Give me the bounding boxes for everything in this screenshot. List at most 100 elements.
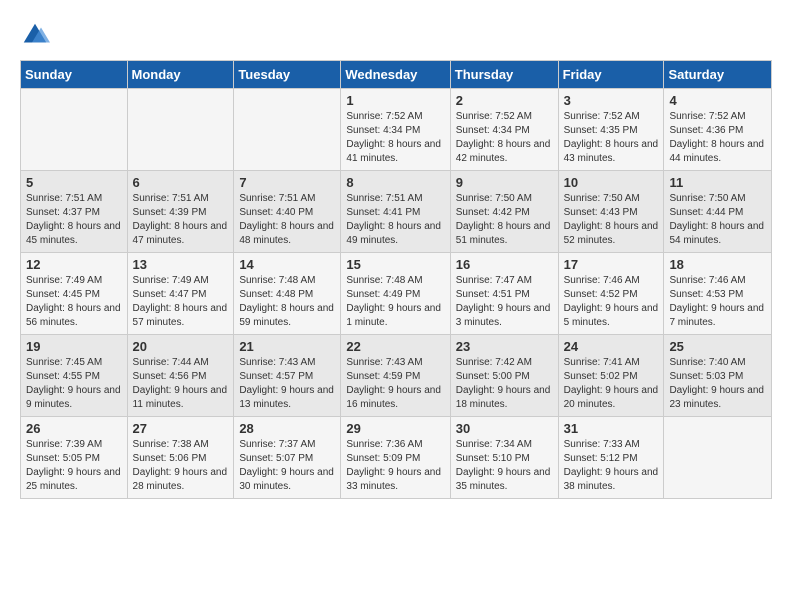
day-of-week-header: Saturday bbox=[664, 61, 772, 89]
day-number: 20 bbox=[133, 339, 229, 354]
day-info: Sunrise: 7:52 AM Sunset: 4:35 PM Dayligh… bbox=[564, 110, 659, 166]
calendar-cell: 13Sunrise: 7:49 AM Sunset: 4:47 PM Dayli… bbox=[127, 253, 234, 335]
calendar-cell: 12Sunrise: 7:49 AM Sunset: 4:45 PM Dayli… bbox=[21, 253, 128, 335]
day-of-week-header: Monday bbox=[127, 61, 234, 89]
day-number: 28 bbox=[239, 421, 335, 436]
calendar-cell: 5 Sunrise: 7:51 AM Sunset: 4:37 PM Daylig… bbox=[21, 171, 128, 253]
day-of-week-header: Friday bbox=[558, 61, 664, 89]
calendar-cell: 28 Sunrise: 7:37 AM Sunset: 5:07 PM Dayli… bbox=[234, 417, 341, 499]
calendar-cell bbox=[127, 89, 234, 171]
calendar-cell: 10 Sunrise: 7:50 AM Sunset: 4:43 PM Dayli… bbox=[558, 171, 664, 253]
calendar-cell: 8 Sunrise: 7:51 AM Sunset: 4:41 PM Daylig… bbox=[341, 171, 450, 253]
calendar-week-row: 1 Sunrise: 7:52 AM Sunset: 4:34 PM Daylig… bbox=[21, 89, 772, 171]
calendar-cell: 4Sunrise: 7:52 AM Sunset: 4:36 PM Daylig… bbox=[664, 89, 772, 171]
day-info: Sunrise: 7:51 AM Sunset: 4:41 PM Dayligh… bbox=[346, 192, 444, 248]
calendar-cell bbox=[664, 417, 772, 499]
day-info: Sunrise: 7:51 AM Sunset: 4:39 PM Dayligh… bbox=[133, 192, 229, 248]
day-info: Sunrise: 7:43 AM Sunset: 4:57 PM Dayligh… bbox=[239, 356, 335, 412]
day-info: Sunrise: 7:52 AM Sunset: 4:34 PM Dayligh… bbox=[456, 110, 553, 166]
calendar-cell: 2Sunrise: 7:52 AM Sunset: 4:34 PM Daylig… bbox=[450, 89, 558, 171]
calendar-cell: 19Sunrise: 7:45 AM Sunset: 4:55 PM Dayli… bbox=[21, 335, 128, 417]
day-number: 30 bbox=[456, 421, 553, 436]
calendar-week-row: 26Sunrise: 7:39 AM Sunset: 5:05 PM Dayli… bbox=[21, 417, 772, 499]
day-info: Sunrise: 7:52 AM Sunset: 4:34 PM Dayligh… bbox=[346, 110, 444, 166]
day-info: Sunrise: 7:46 AM Sunset: 4:52 PM Dayligh… bbox=[564, 274, 659, 330]
calendar-table: SundayMondayTuesdayWednesdayThursdayFrid… bbox=[20, 60, 772, 499]
day-number: 21 bbox=[239, 339, 335, 354]
day-info: Sunrise: 7:40 AM Sunset: 5:03 PM Dayligh… bbox=[669, 356, 766, 412]
calendar-cell: 16 Sunrise: 7:47 AM Sunset: 4:51 PM Dayli… bbox=[450, 253, 558, 335]
day-info: Sunrise: 7:50 AM Sunset: 4:44 PM Dayligh… bbox=[669, 192, 766, 248]
day-number: 18 bbox=[669, 257, 766, 272]
day-number: 7 bbox=[239, 175, 335, 190]
calendar-cell: 3 Sunrise: 7:52 AM Sunset: 4:35 PM Daylig… bbox=[558, 89, 664, 171]
day-info: Sunrise: 7:46 AM Sunset: 4:53 PM Dayligh… bbox=[669, 274, 766, 330]
day-number: 24 bbox=[564, 339, 659, 354]
day-of-week-header: Wednesday bbox=[341, 61, 450, 89]
logo bbox=[20, 20, 52, 50]
page-header bbox=[20, 20, 772, 50]
calendar-cell: 18 Sunrise: 7:46 AM Sunset: 4:53 PM Dayli… bbox=[664, 253, 772, 335]
calendar-cell: 30 Sunrise: 7:34 AM Sunset: 5:10 PM Dayli… bbox=[450, 417, 558, 499]
day-number: 27 bbox=[133, 421, 229, 436]
day-number: 9 bbox=[456, 175, 553, 190]
calendar-cell: 9 Sunrise: 7:50 AM Sunset: 4:42 PM Daylig… bbox=[450, 171, 558, 253]
day-number: 14 bbox=[239, 257, 335, 272]
calendar-week-row: 19Sunrise: 7:45 AM Sunset: 4:55 PM Dayli… bbox=[21, 335, 772, 417]
day-number: 8 bbox=[346, 175, 444, 190]
day-number: 11 bbox=[669, 175, 766, 190]
day-number: 19 bbox=[26, 339, 122, 354]
day-number: 16 bbox=[456, 257, 553, 272]
calendar-week-row: 12Sunrise: 7:49 AM Sunset: 4:45 PM Dayli… bbox=[21, 253, 772, 335]
day-info: Sunrise: 7:38 AM Sunset: 5:06 PM Dayligh… bbox=[133, 438, 229, 494]
day-info: Sunrise: 7:47 AM Sunset: 4:51 PM Dayligh… bbox=[456, 274, 553, 330]
day-info: Sunrise: 7:36 AM Sunset: 5:09 PM Dayligh… bbox=[346, 438, 444, 494]
day-info: Sunrise: 7:49 AM Sunset: 4:47 PM Dayligh… bbox=[133, 274, 229, 330]
calendar-cell bbox=[234, 89, 341, 171]
calendar-cell: 17Sunrise: 7:46 AM Sunset: 4:52 PM Dayli… bbox=[558, 253, 664, 335]
day-number: 29 bbox=[346, 421, 444, 436]
day-number: 1 bbox=[346, 93, 444, 108]
day-info: Sunrise: 7:48 AM Sunset: 4:48 PM Dayligh… bbox=[239, 274, 335, 330]
day-info: Sunrise: 7:44 AM Sunset: 4:56 PM Dayligh… bbox=[133, 356, 229, 412]
day-info: Sunrise: 7:33 AM Sunset: 5:12 PM Dayligh… bbox=[564, 438, 659, 494]
logo-icon bbox=[20, 20, 50, 50]
calendar-header-row: SundayMondayTuesdayWednesdayThursdayFrid… bbox=[21, 61, 772, 89]
day-number: 15 bbox=[346, 257, 444, 272]
day-info: Sunrise: 7:50 AM Sunset: 4:42 PM Dayligh… bbox=[456, 192, 553, 248]
calendar-cell: 6 Sunrise: 7:51 AM Sunset: 4:39 PM Daylig… bbox=[127, 171, 234, 253]
day-info: Sunrise: 7:51 AM Sunset: 4:37 PM Dayligh… bbox=[26, 192, 122, 248]
day-number: 10 bbox=[564, 175, 659, 190]
day-number: 23 bbox=[456, 339, 553, 354]
calendar-cell: 24Sunrise: 7:41 AM Sunset: 5:02 PM Dayli… bbox=[558, 335, 664, 417]
day-number: 3 bbox=[564, 93, 659, 108]
day-of-week-header: Sunday bbox=[21, 61, 128, 89]
day-info: Sunrise: 7:37 AM Sunset: 5:07 PM Dayligh… bbox=[239, 438, 335, 494]
calendar-cell: 27 Sunrise: 7:38 AM Sunset: 5:06 PM Dayli… bbox=[127, 417, 234, 499]
day-of-week-header: Thursday bbox=[450, 61, 558, 89]
day-number: 25 bbox=[669, 339, 766, 354]
calendar-cell: 1 Sunrise: 7:52 AM Sunset: 4:34 PM Daylig… bbox=[341, 89, 450, 171]
day-number: 26 bbox=[26, 421, 122, 436]
calendar-cell: 26Sunrise: 7:39 AM Sunset: 5:05 PM Dayli… bbox=[21, 417, 128, 499]
day-info: Sunrise: 7:50 AM Sunset: 4:43 PM Dayligh… bbox=[564, 192, 659, 248]
calendar-cell: 21 Sunrise: 7:43 AM Sunset: 4:57 PM Dayli… bbox=[234, 335, 341, 417]
day-number: 5 bbox=[26, 175, 122, 190]
calendar-cell bbox=[21, 89, 128, 171]
day-of-week-header: Tuesday bbox=[234, 61, 341, 89]
day-info: Sunrise: 7:42 AM Sunset: 5:00 PM Dayligh… bbox=[456, 356, 553, 412]
calendar-cell: 20 Sunrise: 7:44 AM Sunset: 4:56 PM Dayli… bbox=[127, 335, 234, 417]
day-info: Sunrise: 7:49 AM Sunset: 4:45 PM Dayligh… bbox=[26, 274, 122, 330]
calendar-cell: 29 Sunrise: 7:36 AM Sunset: 5:09 PM Dayli… bbox=[341, 417, 450, 499]
day-number: 6 bbox=[133, 175, 229, 190]
day-number: 4 bbox=[669, 93, 766, 108]
calendar-cell: 25 Sunrise: 7:40 AM Sunset: 5:03 PM Dayli… bbox=[664, 335, 772, 417]
day-info: Sunrise: 7:48 AM Sunset: 4:49 PM Dayligh… bbox=[346, 274, 444, 330]
day-info: Sunrise: 7:34 AM Sunset: 5:10 PM Dayligh… bbox=[456, 438, 553, 494]
calendar-cell: 11 Sunrise: 7:50 AM Sunset: 4:44 PM Dayli… bbox=[664, 171, 772, 253]
calendar-week-row: 5 Sunrise: 7:51 AM Sunset: 4:37 PM Daylig… bbox=[21, 171, 772, 253]
calendar-cell: 14 Sunrise: 7:48 AM Sunset: 4:48 PM Dayli… bbox=[234, 253, 341, 335]
day-info: Sunrise: 7:43 AM Sunset: 4:59 PM Dayligh… bbox=[346, 356, 444, 412]
calendar-cell: 22Sunrise: 7:43 AM Sunset: 4:59 PM Dayli… bbox=[341, 335, 450, 417]
calendar-cell: 15 Sunrise: 7:48 AM Sunset: 4:49 PM Dayli… bbox=[341, 253, 450, 335]
